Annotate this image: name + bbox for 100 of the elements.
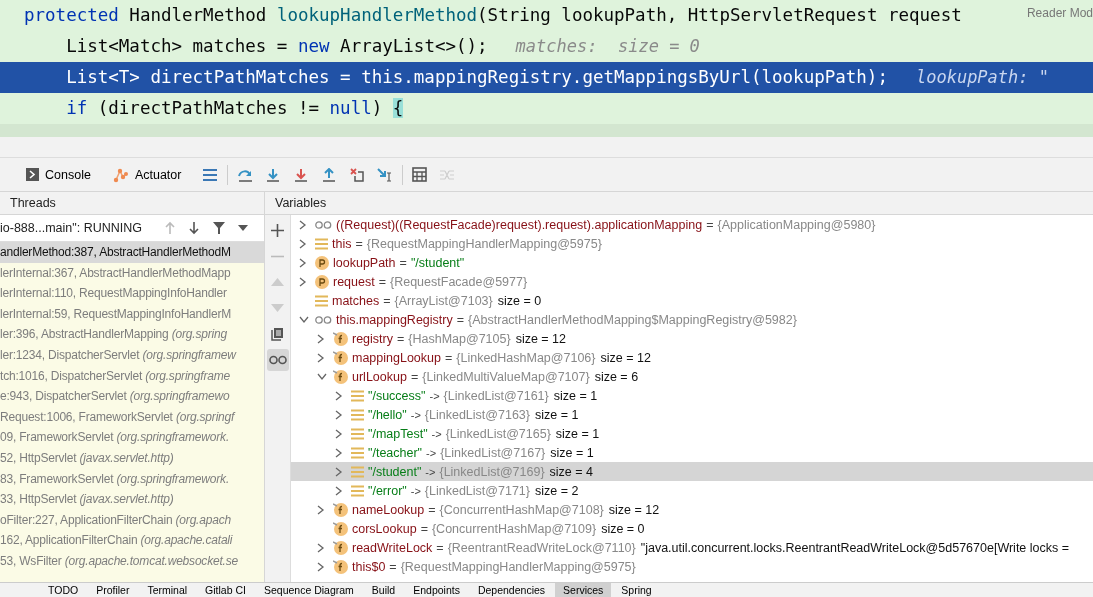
expand-icon[interactable]: [317, 561, 325, 572]
dropdown-icon[interactable]: [238, 225, 248, 231]
stack-frame[interactable]: 52, HttpServlet (javax.servlet.http): [0, 447, 264, 469]
stack-frame[interactable]: lerInternal:110, RequestMappingInfoHandler: [0, 283, 264, 304]
down-arrow-icon: [293, 167, 310, 182]
stack-frame[interactable]: oFilter:227, ApplicationFilterChain (org.apach: [0, 509, 264, 531]
expand-icon[interactable]: [335, 409, 343, 420]
map-key: "/teacher": [368, 445, 423, 460]
stack-frame[interactable]: 53, WsFilter (org.apache.tomcat.websocket.se: [0, 550, 264, 572]
operator: =: [389, 559, 397, 574]
expand-icon[interactable]: [299, 219, 307, 230]
operator: ->: [429, 389, 440, 402]
variable-name: mappingLookup: [352, 350, 441, 365]
tool-window-tab[interactable]: Build: [363, 583, 404, 597]
glasses-icon: [315, 220, 332, 229]
stack-frame[interactable]: tch:1016, DispatcherServlet (org.springframe: [0, 365, 264, 387]
list-icon: [351, 446, 364, 459]
tool-window-tab[interactable]: TODO: [40, 583, 87, 597]
variable-row[interactable]: "/mapTest" -> {LinkedList@7165} size = 1: [291, 424, 1093, 443]
field-icon: [333, 502, 348, 517]
variable-row[interactable]: urlLookup = {LinkedMultiValueMap@7107} size = 6: [291, 367, 1093, 386]
stack-frame[interactable]: 09, FrameworkServlet (org.springframework.: [0, 427, 264, 448]
stack-frame[interactable]: ler:396, AbstractHandlerMapping (org.spring: [0, 324, 264, 345]
expand-icon[interactable]: [317, 542, 325, 553]
variable-row[interactable]: mappingLookup = {LinkedHashMap@7106} size = 12: [291, 348, 1093, 367]
variable-size: size = 2: [535, 483, 579, 498]
variable-name: registry: [352, 331, 393, 346]
expand-icon[interactable]: [299, 276, 307, 287]
variable-row[interactable]: "/error" -> {LinkedList@7171} size = 2: [291, 481, 1093, 500]
expand-icon[interactable]: [299, 257, 307, 268]
expand-icon[interactable]: [317, 504, 325, 515]
variable-row[interactable]: request = {RequestFacade@5977}: [291, 272, 1093, 291]
expand-icon[interactable]: [335, 485, 343, 496]
operator: =: [397, 331, 405, 346]
expand-icon[interactable]: [335, 466, 343, 477]
operator: =: [420, 521, 428, 536]
variable-name: ((Request)((RequestFacade)request).request).applicationMapping: [336, 217, 703, 232]
variable-row[interactable]: this.mappingRegistry = {AbstractHandlerMethodMapping$MappingRegistry@5982}: [291, 310, 1093, 329]
variable-row[interactable]: matches = {ArrayList@7103} size = 0: [291, 291, 1093, 310]
variable-row[interactable]: "/teacher" -> {LinkedList@7167} size = 1: [291, 443, 1093, 462]
variable-value: {LinkedList@7161}: [443, 388, 549, 403]
tool-window-tab[interactable]: Sequence Diagram: [255, 583, 362, 597]
collapse-icon[interactable]: [299, 315, 309, 324]
tool-window-tab[interactable]: Terminal: [139, 583, 196, 597]
expand-icon[interactable]: [335, 447, 343, 458]
tool-window-tab[interactable]: Services: [555, 583, 612, 597]
down-arrow-icon[interactable]: [188, 221, 200, 235]
variable-row[interactable]: this = {RequestMappingHandlerMapping@5975}: [291, 234, 1093, 253]
stack-frame[interactable]: lerInternal:59, RequestMappingInfoHandlerM: [0, 303, 264, 325]
variable-value: {AbstractHandlerMethodMapping$MappingRegistry@5982}: [468, 312, 797, 327]
variable-row[interactable]: nameLookup = {ConcurrentHashMap@7108} size = 12: [291, 500, 1093, 519]
collapse-icon[interactable]: [317, 372, 327, 381]
expand-icon[interactable]: [299, 238, 307, 249]
code-line: List<Match> matches = new ArrayList<>(); matches: size = 0: [65, 35, 701, 58]
variable-value: {ArrayList@7103}: [394, 293, 493, 308]
stack-frame[interactable]: ler:1234, DispatcherServlet (org.springframew: [0, 344, 264, 366]
tool-window-tab[interactable]: Endpoints: [405, 583, 468, 597]
up-triangle-icon: [271, 278, 284, 286]
expand-icon[interactable]: [335, 428, 343, 439]
tool-tab[interactable]: Console: [22, 164, 95, 185]
variable-value: "/student": [410, 255, 465, 270]
panel-title: Threads: [10, 196, 56, 210]
expand-icon[interactable]: [317, 333, 325, 344]
expand-icon[interactable]: [335, 390, 343, 401]
stack-frame[interactable]: 33, HttpServlet (javax.servlet.http): [0, 489, 264, 510]
stack-frame[interactable]: 162, ApplicationFilterChain (org.apache.catali: [0, 530, 264, 551]
variable-row[interactable]: readWriteLock = {ReentrantReadWriteLock@7110} "java.util.concurrent.locks.ReentrantReadWriteLock@5d57670e[Write locks =: [291, 538, 1093, 557]
filter-icon[interactable]: [212, 221, 226, 235]
tool-window-tab[interactable]: Gitlab CI: [197, 583, 254, 597]
up-arrow-icon: [321, 167, 338, 182]
tool-window-tab[interactable]: Profiler: [88, 583, 138, 597]
calculator-icon: [412, 167, 428, 182]
console-icon: [26, 168, 39, 181]
stack-frame[interactable]: Request:1006, FrameworkServlet (org.springf: [0, 406, 264, 428]
variable-row[interactable]: corsLookup = {ConcurrentHashMap@7109} size = 0: [291, 519, 1093, 538]
variable-row[interactable]: this$0 = {RequestMappingHandlerMapping@5975}: [291, 557, 1093, 576]
field-icon: [333, 331, 348, 346]
stack-frame[interactable]: 83, FrameworkServlet (org.springframework.: [0, 468, 264, 490]
stack-frame[interactable]: e:943, DispatcherServlet (org.springframewo: [0, 386, 264, 407]
tool-window-tab[interactable]: Dependencies: [469, 583, 554, 597]
tool-tab[interactable]: Actuator: [108, 163, 186, 186]
variable-size: size = 1: [550, 445, 594, 460]
variable-row[interactable]: "/student" -> {LinkedList@7169} size = 4: [291, 462, 1093, 481]
variable-row[interactable]: "/hello" -> {LinkedList@7163} size = 1: [291, 405, 1093, 424]
variable-row[interactable]: "/success" -> {LinkedList@7161} size = 1: [291, 386, 1093, 405]
variable-row[interactable]: lookupPath = "/student": [291, 253, 1093, 272]
reader-mode-link[interactable]: Reader Mod: [1026, 6, 1093, 20]
variable-name: readWriteLock: [352, 540, 433, 555]
variable-size: "java.util.concurrent.locks.ReentrantReadWriteLock@5d57670e[Write locks =: [640, 540, 1070, 555]
tool-window-tab[interactable]: Spring: [613, 583, 660, 597]
variable-row[interactable]: registry = {HashMap@7105} size = 12: [291, 329, 1093, 348]
stack-frame[interactable]: andlerMethod:387, AbstractHandlerMethodM: [0, 242, 264, 263]
variable-name: nameLookup: [352, 502, 425, 517]
expand-icon[interactable]: [317, 352, 325, 363]
variable-name: matches: [332, 293, 380, 308]
watches-button[interactable]: [266, 349, 289, 371]
stack-frame[interactable]: lerInternal:367, AbstractHandlerMethodMapp: [0, 262, 264, 284]
variable-row[interactable]: ((Request)((RequestFacade)request).request).applicationMapping = {ApplicationMapping@5980}: [291, 215, 1093, 234]
operator: =: [378, 274, 386, 289]
variable-value: {ReentrantReadWriteLock@7110}: [447, 540, 636, 555]
